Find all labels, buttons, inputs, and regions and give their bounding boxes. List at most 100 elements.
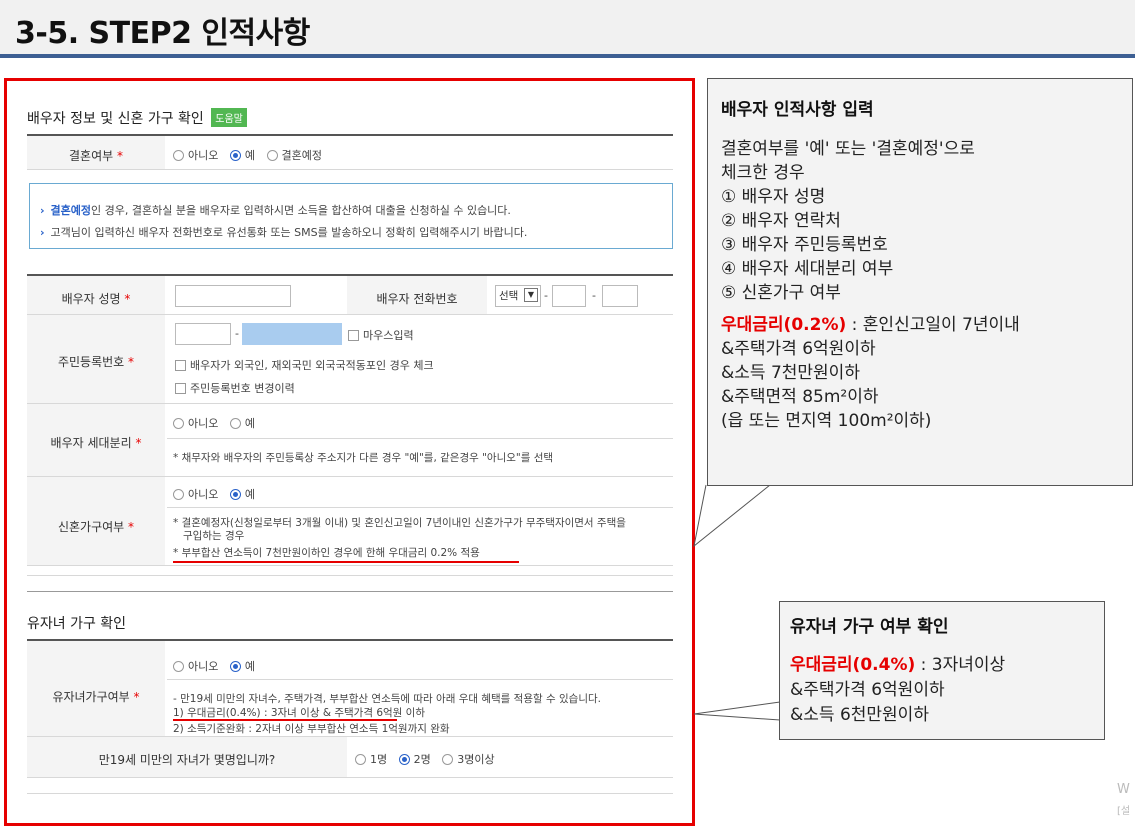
child-count-label: 만19세 미만의 자녀가 몇명입니까? (98, 753, 276, 767)
children-radio-group: 아니오 예 (173, 658, 263, 674)
children-option-no[interactable]: 아니오 (173, 660, 218, 673)
children-note-2: 1) 우대금리(0.4%) : 3자녀 이상 & 주택가격 6억원 이하 (173, 707, 425, 719)
notice-line-2: › 고객님이 입력하신 배우자 전화번호로 유선통화 또는 SMS를 발송하오니 … (40, 224, 527, 240)
newlywed-option-no[interactable]: 아니오 (173, 488, 218, 501)
children-note-1: - 만19세 미만의 자녀수, 주택가격, 부부합산 연소득에 따라 아래 우대… (173, 693, 601, 705)
callout1-cond: &소득 7천만원이하 (721, 363, 860, 383)
rrn-change-check[interactable]: 주민등록번호 변경이력 (175, 380, 295, 396)
option-label: 예 (244, 488, 255, 501)
child-count-option-2[interactable]: 2명 (398, 753, 431, 766)
children-info-callout: 유자녀 가구 여부 확인 우대금리(0.4%) : 3자녀이상 &주택가격 6억… (779, 601, 1105, 740)
spouse-name-label: 배우자 성명 * (61, 292, 131, 306)
checkbox-label: 마우스입력 (363, 329, 414, 342)
notice-line-1: › 결혼예정인 경우, 결혼하실 분을 배우자로 입력하시면 소득을 합산하여 대… (40, 202, 511, 218)
household-note: * 채무자와 배우자의 주민등록상 주소지가 다른 경우 "예"를, 같은경우 … (173, 452, 554, 464)
children-label-text: 유자녀가구여부 (52, 690, 130, 704)
callout1-item: ② 배우자 연락처 (721, 211, 841, 231)
phone-last-input[interactable] (602, 285, 638, 307)
option-label: 아니오 (188, 417, 219, 430)
spouse-name-label-text: 배우자 성명 (61, 292, 121, 306)
newlywed-option-yes[interactable]: 예 (229, 488, 255, 501)
radio-icon (266, 150, 278, 161)
rate-text: : 3자녀이상 (915, 655, 1006, 675)
rrn-label-text: 주민등록번호 (57, 355, 125, 369)
row-divider (167, 679, 673, 680)
checkbox-label: 배우자가 외국인, 재외국민 외국국적동포인 경우 체크 (190, 359, 434, 372)
radio-icon (442, 754, 454, 765)
spouse-name-input[interactable] (175, 285, 291, 307)
callout1-cond: &주택가격 6억원이하 (721, 339, 876, 359)
chevron-right-icon: › (40, 226, 45, 239)
notice-text: 인 경우, 결혼하실 분을 배우자로 입력하시면 소득을 합산하여 대출을 신청… (91, 204, 511, 217)
callout2-title: 유자녀 가구 여부 확인 (790, 617, 949, 637)
row-divider (167, 507, 673, 508)
option-label: 아니오 (188, 149, 219, 162)
option-label: 아니오 (188, 660, 219, 673)
rate-highlight: 우대금리(0.2%) (721, 315, 847, 335)
phone-middle-input[interactable] (552, 285, 586, 307)
phone-dash: - (544, 289, 548, 302)
checkbox-icon (175, 383, 186, 394)
notice-box: › 결혼예정인 경우, 결혼하실 분을 배우자로 입력하시면 소득을 합산하여 대… (29, 183, 673, 249)
section-divider (27, 591, 673, 592)
household-option-no[interactable]: 아니오 (173, 417, 218, 430)
radio-icon (173, 661, 184, 672)
foreign-spouse-check[interactable]: 배우자가 외국인, 재외국민 외국국적동포인 경우 체크 (175, 357, 434, 373)
watermark-text: [설 (1117, 806, 1131, 817)
mouse-input-check[interactable]: 마우스입력 (348, 327, 414, 343)
callout1-cond: &주택면적 85m²이하 (721, 387, 879, 407)
household-option-yes[interactable]: 예 (229, 417, 255, 430)
option-label: 2명 (413, 753, 431, 766)
spouse-info-callout: 배우자 인적사항 입력 결혼여부를 '예' 또는 '결혼예정'으로 체크한 경우… (707, 78, 1133, 486)
rrn-dash: - (235, 327, 239, 340)
checkbox-label: 주민등록번호 변경이력 (190, 382, 295, 395)
notice-text: 고객님이 입력하신 배우자 전화번호로 유선통화 또는 SMS를 발송하오니 정… (50, 226, 528, 239)
child-count-radio-group: 1명 2명 3명이상 (355, 751, 503, 767)
children-option-yes[interactable]: 예 (229, 660, 255, 673)
row-divider (27, 793, 673, 794)
callout2-cond: &소득 6천만원이하 (790, 705, 929, 725)
radio-icon (355, 754, 366, 765)
notice-highlight: 결혼예정 (50, 204, 92, 217)
household-label: 배우자 세대분리 * (50, 436, 142, 450)
callout1-rate: 우대금리(0.2%) : 혼인신고일이 7년이내 (721, 310, 1020, 335)
marriage-option-yes[interactable]: 예 (229, 149, 255, 162)
option-label: 결혼예정 (281, 149, 322, 162)
rrn-front-input[interactable] (175, 323, 231, 345)
radio-selected-icon (398, 754, 410, 765)
marriage-option-planned[interactable]: 결혼예정 (266, 149, 322, 162)
page-title: 3-5. STEP2 인적사항 (15, 16, 310, 51)
child-count-option-1[interactable]: 1명 (355, 753, 387, 766)
option-label: 예 (244, 149, 255, 162)
callout1-item: ④ 배우자 세대분리 여부 (721, 259, 894, 279)
radio-icon (173, 150, 184, 161)
child-count-option-3[interactable]: 3명이상 (442, 753, 495, 766)
newlywed-radio-group: 아니오 예 (173, 486, 263, 502)
help-button[interactable]: 도움말 (211, 108, 247, 127)
row-divider (27, 169, 673, 170)
callout1-item: ③ 배우자 주민등록번호 (721, 235, 888, 255)
children-label: 유자녀가구여부 * (52, 690, 140, 704)
option-label: 예 (244, 417, 255, 430)
callout1-pointer (693, 484, 771, 548)
form-highlight-frame: 배우자 정보 및 신혼 가구 확인 도움말 결혼여부 * 아니오 예 결혼예정 … (4, 78, 695, 826)
radio-icon (173, 489, 184, 500)
checkbox-icon (175, 360, 186, 371)
callout1-title: 배우자 인적사항 입력 (721, 100, 874, 120)
checkbox-icon (348, 330, 359, 341)
children-section-title: 유자녀 가구 확인 (27, 616, 127, 632)
marriage-option-no[interactable]: 아니오 (173, 149, 218, 162)
newlywed-note-3-text: 부부합산 연소득이 7천만원이하인 경우에 한해 우대금리 0.2% 적용 (181, 547, 480, 559)
callout2-cond: &주택가격 6억원이하 (790, 680, 945, 700)
callout1-item: ① 배우자 성명 (721, 187, 826, 207)
newlywed-note-2: 구입하는 경우 (183, 530, 245, 542)
callout1-cond: (읍 또는 면지역 100m²이하) (721, 411, 932, 431)
spouse-section-title: 배우자 정보 및 신혼 가구 확인 도움말 (27, 108, 247, 128)
phone-prefix-select[interactable]: 선택 ▼ (495, 285, 541, 307)
row-divider (27, 777, 673, 778)
chevron-down-icon: ▼ (524, 288, 538, 302)
select-value: 선택 (499, 290, 519, 302)
rrn-back-input[interactable] (242, 323, 342, 345)
newlywed-label-text: 신혼가구여부 (57, 520, 125, 534)
callout1-line: 체크한 경우 (721, 163, 805, 183)
